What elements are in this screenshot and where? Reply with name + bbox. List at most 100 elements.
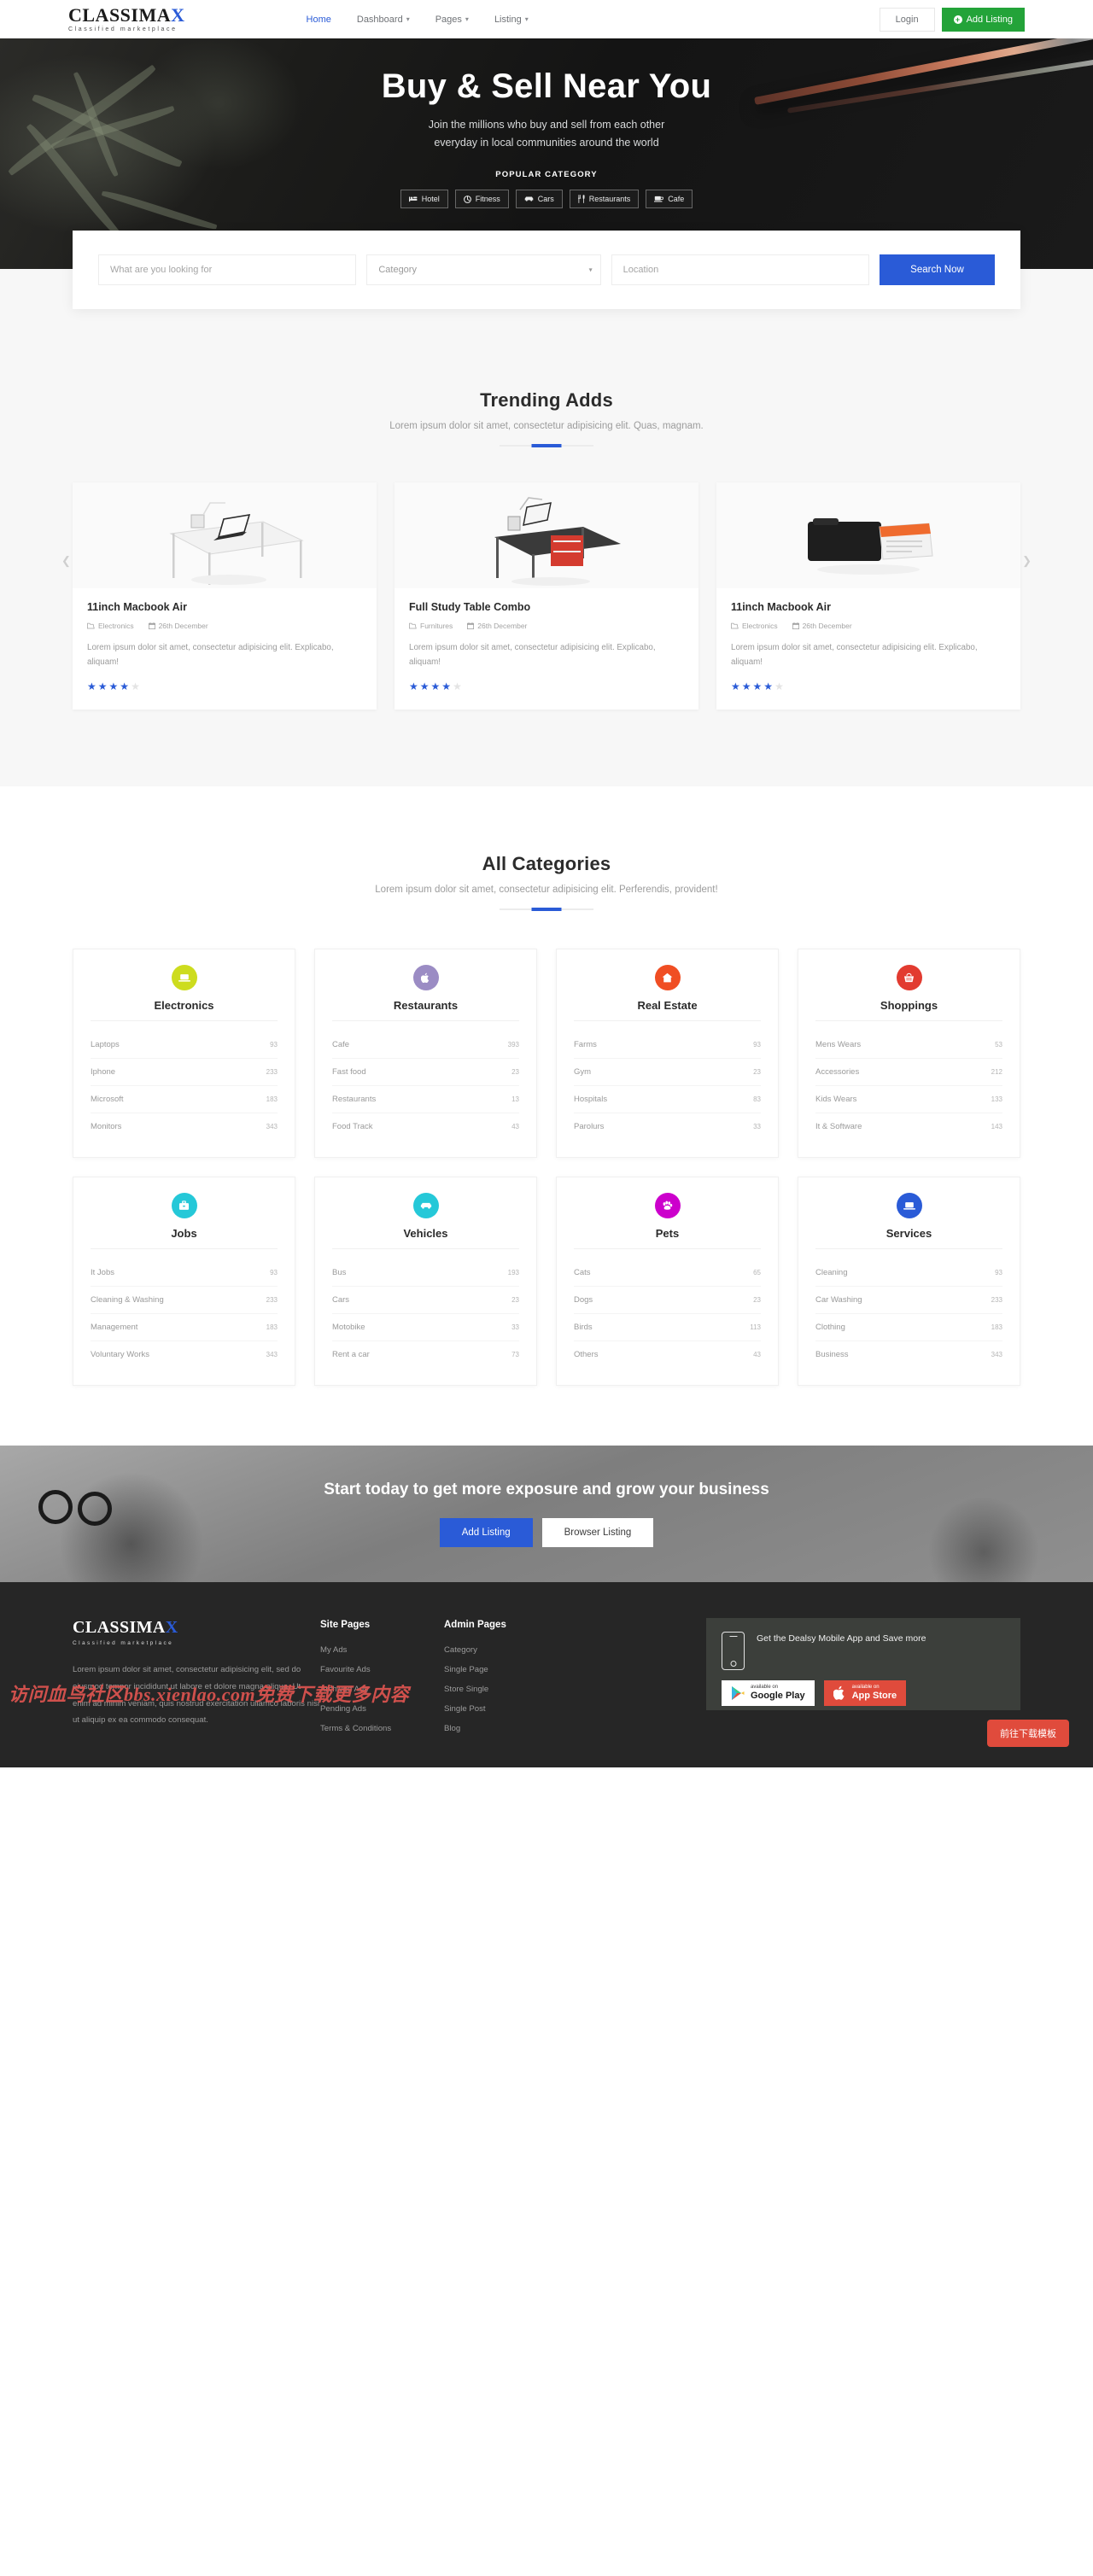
category-card-title: Vehicles — [332, 1227, 519, 1250]
category-subcategory-row[interactable]: Parolurs 33 — [574, 1113, 761, 1140]
search-now-button[interactable]: Search Now — [879, 254, 995, 285]
app-store-badge[interactable]: available on App Store — [823, 1680, 907, 1706]
section-divider — [500, 445, 593, 447]
category-card[interactable]: Electronics Laptops 93 Iphone 233 Microsoft 18… — [73, 949, 295, 1159]
category-card[interactable]: Restaurants Cafe 393 Fast food 23 Restaurants… — [314, 949, 537, 1159]
mobile-app-text: Get the Dealsy Mobile App and Save more — [757, 1633, 926, 1644]
all-categories-section: All Categories Lorem ipsum dolor sit ame… — [0, 786, 1093, 1446]
app-store-big: App Store — [851, 1691, 897, 1702]
category-subcategory-row[interactable]: Management 183 — [91, 1314, 278, 1342]
nav-item-listing[interactable]: Listing ▾ — [494, 15, 529, 25]
subcategory-label: Laptops — [91, 1040, 120, 1050]
category-subcategory-row[interactable]: It Jobs 93 — [91, 1259, 278, 1288]
category-subcategory-row[interactable]: Cars 23 — [332, 1287, 519, 1315]
category-card[interactable]: Jobs It Jobs 93 Cleaning & Washing 233 Manage… — [73, 1177, 295, 1387]
category-card[interactable]: Real Estate Farms 93 Gym 23 Hospitals 83 Parolu… — [556, 949, 779, 1159]
google-play-badge[interactable]: available on Google Play — [722, 1680, 815, 1706]
nav-item-pages[interactable]: Pages ▾ — [435, 15, 469, 25]
category-subcategory-row[interactable]: Dogs 23 — [574, 1287, 761, 1315]
star-filled: ★ — [430, 681, 441, 693]
category-card[interactable]: Pets Cats 65 Dogs 23 Birds 113 Others 43 — [556, 1177, 779, 1387]
category-subcategory-row[interactable]: Gym 23 — [574, 1059, 761, 1087]
category-subcategory-row[interactable]: Mens Wears 53 — [815, 1031, 1002, 1060]
listing-card[interactable]: 11inch Macbook Air Electronics 26th Dece… — [73, 482, 377, 710]
chip-cars[interactable]: Cars — [515, 190, 563, 209]
basket-icon — [896, 965, 922, 991]
star-filled: ★ — [741, 681, 751, 693]
category-subcategory-row[interactable]: Kids Wears 133 — [815, 1086, 1002, 1114]
subcategory-label: Food Track — [332, 1122, 373, 1132]
category-card-title: Restaurants — [332, 999, 519, 1022]
nav-item-dashboard[interactable]: Dashboard ▾ — [357, 15, 410, 25]
cta-browser-listing-button[interactable]: Browser Listing — [541, 1518, 654, 1548]
star-empty: ★ — [453, 681, 462, 693]
category-subcategory-row[interactable]: Voluntary Works 343 — [91, 1341, 278, 1368]
category-subcategory-row[interactable]: Motobike 33 — [332, 1314, 519, 1342]
category-card[interactable]: Shoppings Mens Wears 53 Accessories 212 Kids … — [798, 949, 1020, 1159]
listing-image-desk-with-laptop — [73, 482, 377, 588]
search-category-select[interactable] — [366, 254, 601, 285]
star-filled: ★ — [752, 681, 763, 693]
category-subcategory-row[interactable]: Rent a car 73 — [332, 1341, 519, 1368]
footer-link-my-ads[interactable]: My Ads — [320, 1645, 444, 1655]
footer-link-archived-ads[interactable]: Archived Ads — [320, 1685, 444, 1694]
footer-link-favourite-ads[interactable]: Favourite Ads — [320, 1665, 444, 1674]
subcategory-label: Fast food — [332, 1067, 366, 1078]
category-subcategory-row[interactable]: Fast food 23 — [332, 1059, 519, 1087]
nav-item-home[interactable]: Home — [307, 15, 331, 25]
category-card[interactable]: Vehicles Bus 193 Cars 23 Motobike 33 Rent a car… — [314, 1177, 537, 1387]
star-filled: ★ — [419, 681, 430, 693]
add-listing-button[interactable]: + Add Listing — [941, 7, 1025, 32]
listing-card[interactable]: Full Study Table Combo Furnitures 26th D… — [395, 482, 698, 710]
footer-link-store-single[interactable]: Store Single — [444, 1685, 572, 1694]
footer-link-pending-ads[interactable]: Pending Ads — [320, 1704, 444, 1714]
category-subcategory-row[interactable]: Cats 65 — [574, 1259, 761, 1288]
listing-date: 26th December — [792, 622, 852, 630]
category-subcategory-row[interactable]: Car Washing 233 — [815, 1287, 1002, 1315]
category-subcategory-row[interactable]: Birds 113 — [574, 1314, 761, 1342]
chip-fitness[interactable]: Fitness — [454, 190, 509, 209]
footer-link-terms-conditions[interactable]: Terms & Conditions — [320, 1724, 444, 1733]
apple-icon — [412, 965, 439, 991]
listing-card[interactable]: 11inch Macbook Air Electronics 26th Dece… — [716, 482, 1020, 710]
category-subcategory-row[interactable]: Accessories 212 — [815, 1059, 1002, 1087]
category-card[interactable]: Services Cleaning 93 Car Washing 233 Clothing… — [798, 1177, 1020, 1387]
footer-admin-pages: Admin Pages Category Single Page Store S… — [444, 1618, 572, 1744]
listing-title: 11inch Macbook Air — [731, 601, 831, 613]
chip-restaurants[interactable]: Restaurants — [569, 190, 640, 209]
chip-cafe[interactable]: Cafe — [646, 190, 693, 209]
category-subcategory-row[interactable]: Microsoft 183 — [91, 1086, 278, 1114]
site-logo[interactable]: CLASSIMAX Classified marketplace — [68, 6, 185, 33]
chip-hotel[interactable]: Hotel — [400, 190, 448, 209]
subcategory-label: Cleaning — [815, 1268, 848, 1278]
carousel-prev-arrow[interactable]: ❮ — [61, 554, 71, 568]
footer-link-single-page[interactable]: Single Page — [444, 1665, 572, 1674]
footer-logo[interactable]: CLASSIMAX — [73, 1618, 320, 1638]
subcategory-label: Restaurants — [332, 1095, 377, 1105]
category-subcategory-row[interactable]: Others 43 — [574, 1341, 761, 1368]
footer-link-blog[interactable]: Blog — [444, 1724, 572, 1733]
footer-link-category[interactable]: Category — [444, 1645, 572, 1655]
category-subcategory-row[interactable]: Business 343 — [815, 1341, 1002, 1368]
cta-add-listing-button[interactable]: Add Listing — [439, 1518, 533, 1548]
category-subcategory-row[interactable]: Clothing 183 — [815, 1314, 1002, 1342]
category-subcategory-row[interactable]: Iphone 233 — [91, 1059, 278, 1087]
subcategory-label: Dogs — [574, 1295, 593, 1306]
category-subcategory-row[interactable]: Cleaning & Washing 233 — [91, 1287, 278, 1315]
download-template-button[interactable]: 前往下载模板 — [987, 1720, 1069, 1748]
category-subcategory-row[interactable]: Bus 193 — [332, 1259, 519, 1288]
category-subcategory-row[interactable]: Farms 93 — [574, 1031, 761, 1060]
search-keyword-input[interactable] — [98, 254, 357, 285]
category-subcategory-row[interactable]: Cleaning 93 — [815, 1259, 1002, 1288]
category-subcategory-row[interactable]: Laptops 93 — [91, 1031, 278, 1060]
category-subcategory-row[interactable]: It & Software 143 — [815, 1113, 1002, 1140]
category-subcategory-row[interactable]: Cafe 393 — [332, 1031, 519, 1060]
search-location-input[interactable] — [611, 254, 869, 285]
carousel-next-arrow[interactable]: ❯ — [1022, 554, 1032, 568]
category-subcategory-row[interactable]: Food Track 43 — [332, 1113, 519, 1140]
category-subcategory-row[interactable]: Hospitals 83 — [574, 1086, 761, 1114]
category-subcategory-row[interactable]: Restaurants 13 — [332, 1086, 519, 1114]
login-button[interactable]: Login — [879, 7, 935, 32]
footer-link-single-post[interactable]: Single Post — [444, 1704, 572, 1714]
category-subcategory-row[interactable]: Monitors 343 — [91, 1113, 278, 1140]
